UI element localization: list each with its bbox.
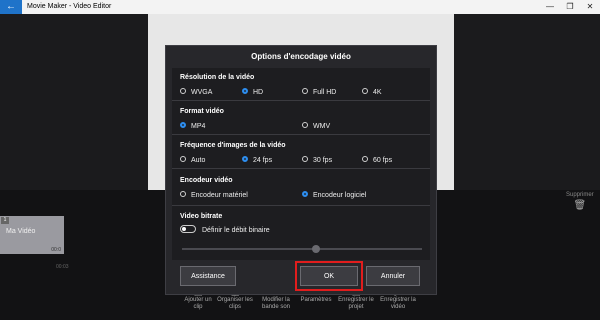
delete-button[interactable]: Supprimer 🗑 [566,192,594,211]
encoding-options-dialog: Options d'encodage vidéo Résolution de l… [165,45,437,295]
encoder-label: Encodeur vidéo [180,177,233,184]
radio-button-selected[interactable] [302,191,308,198]
bitrate-toggle[interactable]: Définir le débit binaire [180,225,270,235]
clip-name: Ma Vidéo [6,228,36,235]
format-label: Format vidéo [180,108,224,115]
radio-auto[interactable]: Auto [180,156,205,165]
radio-button-selected[interactable] [242,156,248,163]
tool-label: Enregistrer la vidéo [380,297,416,310]
radio-60fps[interactable]: 60 fps [362,156,392,165]
radio-button[interactable] [362,156,368,163]
clip-time: 00:03 [56,264,69,270]
option-label: Encodeur logiciel [313,192,367,199]
radio-button-selected[interactable] [180,122,186,129]
option-label: Full HD [313,89,337,96]
tool-label: Modifier la bande son [261,297,291,310]
assistance-button[interactable]: Assistance [180,266,236,286]
cancel-button[interactable]: Annuler [366,266,420,286]
radio-button[interactable] [302,88,308,95]
clip-number: 1 [1,217,9,224]
timeline-clip[interactable]: 1 Ma Vidéo 00:0 [0,216,64,254]
option-label: HD [253,89,264,96]
divider [172,100,430,101]
option-label: Auto [191,157,206,164]
framerate-label: Fréquence d'images de la vidéo [180,142,286,149]
option-label: Encodeur matériel [191,192,248,199]
clip-duration: 00:0 [51,247,61,253]
radio-button[interactable] [302,122,308,129]
options-panel: Résolution de la vidéo WVGA HD Full HD 4… [172,68,430,260]
radio-30fps[interactable]: 30 fps [302,156,332,165]
option-label: MP4 [191,123,206,130]
slider-thumb[interactable] [312,245,320,253]
divider [172,205,430,206]
radio-24fps[interactable]: 24 fps [242,156,272,165]
divider [172,168,430,169]
radio-hardware-encoder[interactable]: Encodeur matériel [180,191,248,200]
option-label: 60 fps [373,157,393,164]
divider [172,134,430,135]
delete-label: Supprimer [566,192,594,198]
radio-button[interactable] [180,156,186,163]
minimize-button[interactable]: — [540,0,560,14]
radio-button-selected[interactable] [242,88,248,95]
radio-hd[interactable]: HD [242,88,263,97]
option-label: 30 fps [313,157,333,164]
tool-label: Ajouter un clip [184,297,212,310]
bitrate-slider[interactable] [182,245,422,253]
radio-button[interactable] [180,191,186,198]
radio-software-encoder[interactable]: Encodeur logiciel [302,191,366,200]
radio-wvga[interactable]: WVGA [180,88,212,97]
radio-button[interactable] [362,88,368,95]
radio-full-hd[interactable]: Full HD [302,88,336,97]
maximize-button[interactable]: ❐ [560,0,580,14]
option-label: WVGA [191,89,213,96]
toggle-switch[interactable] [180,225,196,234]
toggle-knob [182,227,186,232]
option-label: 4K [373,89,382,96]
tool-label: Organiser les clips [217,297,253,310]
toggle-label: Définir le débit binaire [202,227,270,234]
radio-button[interactable] [302,156,308,163]
tool-label: Paramètres [300,297,332,303]
radio-button[interactable] [180,88,186,95]
close-button[interactable]: ✕ [580,0,600,14]
radio-4k[interactable]: 4K [362,88,382,97]
dialog-title: Options d'encodage vidéo [251,52,351,61]
radio-wmv[interactable]: WMV [302,122,330,131]
tool-label: Enregistrer le projet [338,297,374,310]
option-label: WMV [313,123,331,130]
radio-mp4[interactable]: MP4 [180,122,205,131]
option-label: 24 fps [253,157,273,164]
resolution-label: Résolution de la vidéo [180,74,255,81]
back-arrow-icon[interactable]: ← [0,0,22,14]
ok-button[interactable]: OK [295,261,363,291]
trash-icon: 🗑 [573,200,587,211]
window-title: Movie Maker - Video Editor [27,3,112,10]
bitrate-label: Video bitrate [180,213,223,220]
title-bar: ← Movie Maker - Video Editor — ❐ ✕ [0,0,600,14]
